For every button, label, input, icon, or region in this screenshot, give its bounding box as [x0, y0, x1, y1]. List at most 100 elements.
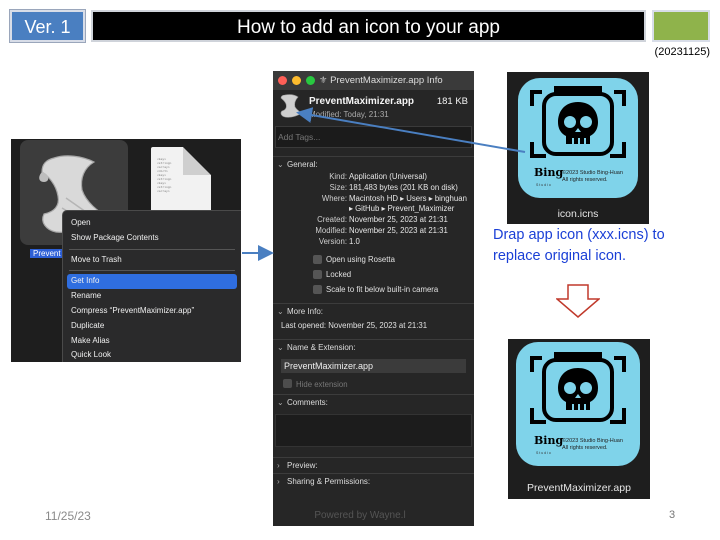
menu-item-open[interactable]: Open: [63, 216, 241, 231]
context-menu: Open Show Package Contents Move to Trash Ge…: [62, 210, 241, 362]
menu-separator: [69, 248, 235, 250]
info-header: PreventMaximizer.app 181 KB Modified: To…: [273, 90, 474, 122]
close-window-button[interactable]: [278, 76, 287, 85]
app-header-icon: [280, 94, 303, 118]
comments-section-header[interactable]: ⌄ Comments:: [273, 393, 474, 410]
general-row: Size: 181,483 bytes (201 KB on disk): [273, 183, 474, 194]
down-arrow-icon: [556, 284, 600, 318]
name-extension-heading: Name & Extension:: [287, 342, 356, 352]
general-row: Created: November 25, 2023 at 21:31: [273, 215, 474, 226]
general-row: Modified: November 25, 2023 at 21:31: [273, 226, 474, 237]
version-label: Ver. 1: [24, 17, 71, 37]
version-badge: Ver. 1: [10, 10, 85, 42]
checkbox-icon: [313, 284, 322, 294]
more-info-heading: More Info:: [287, 306, 324, 316]
menu-item-get-info[interactable]: Get Info: [67, 274, 237, 290]
general-row: ▸ GitHub ▸ Prevent_Maximizer: [273, 204, 474, 215]
general-row-key: Version:: [318, 236, 347, 246]
icon-file-panel: Bing ©2023 Studio Bing-Huan All rights r…: [507, 72, 649, 224]
name-extension-field[interactable]: PreventMaximizer.app: [281, 358, 466, 373]
last-opened: Last opened: November 25, 2023 at 21:31: [281, 320, 428, 330]
checkbox-label: Scale to fit below built-in camera: [326, 284, 439, 294]
slide-title-bar: How to add an icon to your app: [91, 10, 646, 42]
hide-extension-label: Hide extension: [296, 379, 348, 389]
name-extension-section-header[interactable]: ⌄ Name & Extension:: [273, 338, 474, 355]
tags-input[interactable]: Add Tags...: [275, 126, 472, 148]
sharing-section-header[interactable]: › Sharing & Permissions:: [273, 472, 474, 489]
general-row: Where: Macintosh HD ▸ Users ▸ binghuan: [273, 194, 474, 205]
chevron-down-icon: ⌄: [277, 306, 284, 316]
icon-rights-line: All rights reserved.: [562, 445, 608, 451]
date-code: (20231125): [654, 46, 710, 58]
sharing-heading: Sharing & Permissions:: [287, 476, 371, 486]
general-row-key: Modified:: [315, 225, 347, 235]
general-heading: General:: [287, 160, 318, 169]
footer-credit: Powered by Wayne.l: [314, 510, 406, 521]
app-result-panel: Bing ©2023 Studio Bing-Huan All rights r…: [508, 339, 650, 499]
menu-item-quick-look[interactable]: Quick Look: [63, 348, 241, 363]
instruction-line-2: replace original icon.: [493, 248, 626, 264]
general-details: Kind: Application (Universal) Size: 181,483…: [273, 172, 474, 248]
chevron-down-icon: ⌄: [277, 397, 284, 407]
general-section-header[interactable]: ⌄ General:: [273, 156, 474, 172]
checkbox-label: Locked: [326, 269, 352, 279]
general-row-value: 181,483 bytes (201 KB on disk): [349, 182, 458, 192]
bing-logo-text: Bing: [534, 166, 564, 179]
icon-studio-text: S t u d i o: [536, 183, 551, 187]
menu-item-make-alias[interactable]: Make Alias: [63, 334, 241, 349]
info-window-title-text: PreventMaximizer.app Info: [330, 75, 443, 86]
info-window: ⚜ PreventMaximizer.app Info PreventMaxim…: [273, 71, 474, 526]
info-app-size: 181 KB: [436, 96, 468, 107]
comments-textarea[interactable]: [275, 413, 472, 447]
hide-extension-checkbox[interactable]: Hide extension: [273, 376, 474, 394]
general-row-key: Kind:: [329, 172, 347, 181]
icns-filename: icon.icns: [557, 208, 599, 220]
zoom-window-button[interactable]: [306, 76, 315, 85]
general-row-value: Application (Universal): [349, 172, 427, 181]
menu-item-compress-preventmaximizer-app[interactable]: Compress “PreventMaximizer.app”: [63, 304, 241, 319]
decorative-green-box: [652, 10, 710, 42]
general-row-key: Size:: [329, 182, 347, 192]
document-code-preview: <key> <string> <array> <dict> <key> <str…: [157, 157, 172, 193]
app-icon-result[interactable]: Bing ©2023 Studio Bing-Huan All rights r…: [516, 342, 640, 466]
menu-separator: [69, 270, 235, 272]
general-checkbox[interactable]: Open using Rosetta: [273, 252, 474, 267]
info-app-name: PreventMaximizer.app: [309, 96, 415, 107]
checkbox-icon: [313, 254, 322, 264]
info-window-title: ⚜ PreventMaximizer.app Info: [319, 75, 443, 86]
more-info-section-header[interactable]: ⌄ More Info:: [273, 302, 474, 319]
plist-document-icon[interactable]: <key> <string> <array> <dict> <key> <str…: [151, 147, 211, 219]
menu-item-duplicate[interactable]: Duplicate: [63, 319, 241, 334]
app-small-icon: ⚜: [319, 75, 328, 86]
general-checkboxes: Open using Rosetta Locked Scale to fit bel…: [273, 252, 474, 297]
general-row-value: 1.0: [349, 236, 360, 246]
app-filename: PreventMaximizer.app: [527, 482, 631, 494]
skull-camera-icon: [530, 352, 626, 424]
checkbox-label: Open using Rosetta: [326, 254, 395, 264]
info-modified: Modified: Today, 21:31: [309, 110, 389, 119]
checkbox-checked-icon: [283, 378, 292, 388]
comments-heading: Comments:: [287, 397, 328, 407]
icon-copyright-line: ©2023 Studio Bing-Huan: [562, 170, 623, 176]
general-checkbox[interactable]: Scale to fit below built-in camera: [273, 282, 474, 297]
general-row-value: November 25, 2023 at 21:31: [349, 225, 448, 235]
minimize-window-button[interactable]: [292, 76, 301, 85]
menu-item-show-package-contents[interactable]: Show Package Contents: [63, 231, 241, 246]
icns-icon-preview[interactable]: Bing ©2023 Studio Bing-Huan All rights r…: [518, 78, 638, 198]
icon-studio-text: S t u d i o: [536, 451, 551, 455]
selected-app-name: Prevent: [30, 249, 64, 258]
general-row-value: ▸ GitHub ▸ Prevent_Maximizer: [349, 204, 455, 214]
preview-section-header[interactable]: › Preview:: [273, 456, 474, 473]
general-checkbox[interactable]: Locked: [273, 267, 474, 282]
general-row-key: Created:: [317, 215, 347, 225]
chevron-right-icon: ›: [277, 460, 280, 470]
instruction-line-1: Drap app icon (xxx.icns) to: [493, 227, 665, 243]
bing-logo-text: Bing: [534, 434, 564, 447]
icon-copyright: ©2023 Studio Bing-Huan All rights reserv…: [562, 438, 623, 452]
icon-rights-line: All rights reserved.: [562, 177, 608, 183]
general-row: Kind: Application (Universal): [273, 172, 474, 183]
slide-title: How to add an icon to your app: [236, 17, 500, 38]
menu-item-rename[interactable]: Rename: [63, 289, 241, 304]
menu-item-move-to-trash[interactable]: Move to Trash: [63, 253, 241, 268]
general-row-key: Where:: [321, 193, 347, 203]
